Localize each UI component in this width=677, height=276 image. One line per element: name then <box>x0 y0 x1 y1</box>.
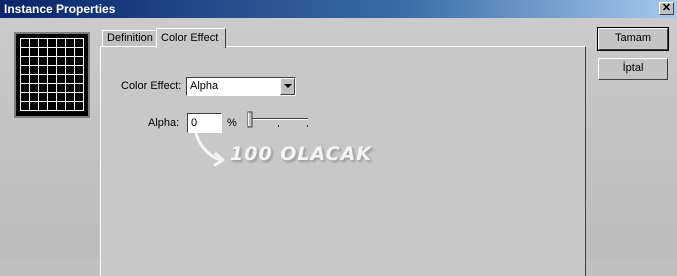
ok-button[interactable]: Tamam <box>597 27 669 51</box>
alpha-label: Alpha: <box>148 117 180 129</box>
cancel-button[interactable]: İptal <box>598 58 668 80</box>
color-effect-dropdown[interactable]: Alpha <box>186 77 296 96</box>
color-effect-label: Color Effect: <box>121 80 182 92</box>
color-effect-selected: Alpha <box>190 80 219 92</box>
tab-definition[interactable]: Definition <box>102 30 157 47</box>
annotation-text: 100 OLACAK <box>230 143 373 165</box>
cancel-button-label: İptal <box>622 62 644 74</box>
tab-color-effect-label: Color Effect <box>161 32 219 44</box>
close-button[interactable]: ✕ <box>659 2 674 15</box>
close-icon: ✕ <box>661 2 672 14</box>
percent-label: % <box>227 117 237 129</box>
grid-preview-image <box>20 38 84 111</box>
slider-thumb[interactable] <box>247 111 253 128</box>
tab-color-effect[interactable]: Color Effect <box>156 28 226 48</box>
annotation-arrow <box>194 132 225 167</box>
slider-track <box>247 111 308 128</box>
ok-button-label: Tamam <box>614 32 652 44</box>
title-bar: Instance Properties ✕ <box>0 0 677 18</box>
symbol-preview <box>14 32 90 118</box>
chevron-down-icon <box>284 84 292 88</box>
dialog-body: Definition Color Effect Color Effect: Al… <box>0 18 677 276</box>
alpha-slider[interactable] <box>246 111 310 133</box>
window-title: Instance Properties <box>4 2 116 16</box>
dropdown-arrow-button[interactable] <box>280 78 295 95</box>
tab-definition-label: Definition <box>107 32 153 44</box>
alpha-value: 0 <box>191 117 198 129</box>
